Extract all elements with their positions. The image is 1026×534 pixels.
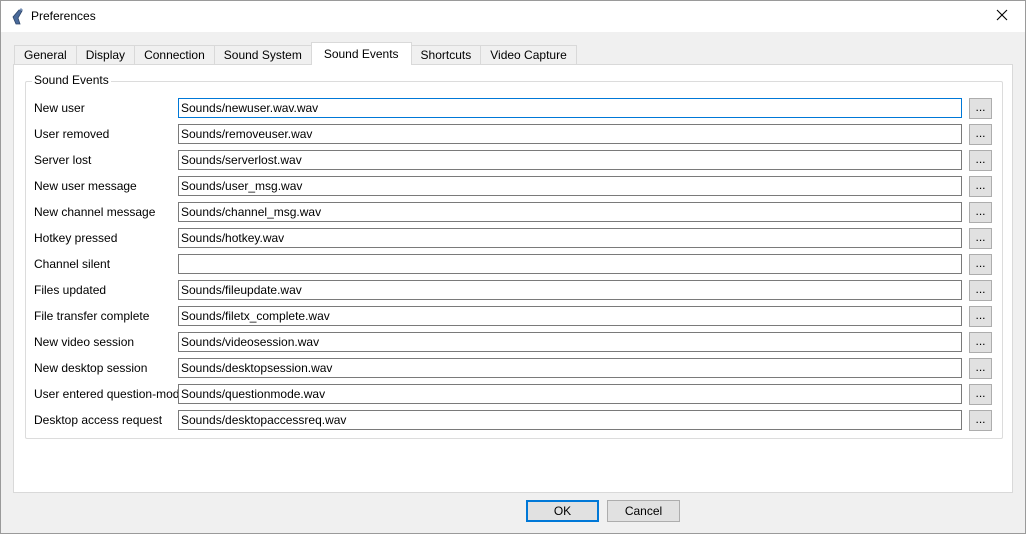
group-title: Sound Events <box>32 73 111 87</box>
browse-button[interactable]: ... <box>969 410 992 431</box>
browse-button[interactable]: ... <box>969 202 992 223</box>
close-button[interactable] <box>979 1 1025 32</box>
browse-button[interactable]: ... <box>969 176 992 197</box>
ok-button[interactable]: OK <box>526 500 599 522</box>
close-icon <box>996 9 1008 24</box>
sound-event-row: User removed... <box>26 124 1004 146</box>
sound-event-row: New video session... <box>26 332 1004 354</box>
browse-button[interactable]: ... <box>969 98 992 119</box>
sound-event-label: New user message <box>34 179 137 193</box>
sound-event-label: New video session <box>34 335 135 349</box>
tab-general[interactable]: General <box>14 45 77 65</box>
app-icon <box>10 8 26 26</box>
tab-connection[interactable]: Connection <box>134 45 215 65</box>
browse-button[interactable]: ... <box>969 384 992 405</box>
sound-file-input[interactable] <box>178 254 962 274</box>
sound-event-label: New user <box>34 101 85 115</box>
tab-display[interactable]: Display <box>75 45 136 65</box>
sound-event-row: User entered question-mode... <box>26 384 1004 406</box>
sound-event-label: Channel silent <box>34 257 111 271</box>
browse-button[interactable]: ... <box>969 228 992 249</box>
sound-event-label: Files updated <box>34 283 107 297</box>
sound-file-input[interactable] <box>178 176 962 196</box>
sound-event-row: Files updated... <box>26 280 1004 302</box>
sound-event-label: Hotkey pressed <box>34 231 118 245</box>
browse-button[interactable]: ... <box>969 332 992 353</box>
preferences-window: Preferences General Display Connection S… <box>0 0 1026 534</box>
sound-event-row: Server lost... <box>26 150 1004 172</box>
sound-file-input[interactable] <box>178 124 962 144</box>
sound-file-input[interactable] <box>178 384 962 404</box>
title-bar: Preferences <box>1 1 1025 32</box>
sound-events-group: Sound Events New user...User removed...S… <box>25 73 1004 439</box>
browse-button[interactable]: ... <box>969 150 992 171</box>
sound-event-label: User removed <box>34 127 110 141</box>
sound-event-row: File transfer complete... <box>26 306 1004 328</box>
tab-video-capture[interactable]: Video Capture <box>480 45 577 65</box>
sound-file-input[interactable] <box>178 410 962 430</box>
sound-file-input[interactable] <box>178 332 962 352</box>
sound-event-row: New channel message... <box>26 202 1004 224</box>
sound-event-label: User entered question-mode <box>34 387 187 401</box>
sound-file-input[interactable] <box>178 228 962 248</box>
sound-event-row: New user message... <box>26 176 1004 198</box>
browse-button[interactable]: ... <box>969 124 992 145</box>
sound-event-label: File transfer complete <box>34 309 150 323</box>
sound-event-row: Desktop access request... <box>26 410 1004 432</box>
sound-event-row: New user... <box>26 98 1004 120</box>
sound-file-input[interactable] <box>178 202 962 222</box>
browse-button[interactable]: ... <box>969 358 992 379</box>
browse-button[interactable]: ... <box>969 306 992 327</box>
sound-event-row: Channel silent... <box>26 254 1004 276</box>
sound-event-label: New desktop session <box>34 361 148 375</box>
sound-event-row: Hotkey pressed... <box>26 228 1004 250</box>
tab-strip: General Display Connection Sound System … <box>14 42 577 65</box>
sound-file-input[interactable] <box>178 280 962 300</box>
sound-event-label: Desktop access request <box>34 413 163 427</box>
sound-event-label: New channel message <box>34 205 156 219</box>
tab-shortcuts[interactable]: Shortcuts <box>410 45 482 65</box>
tab-sound-events[interactable]: Sound Events <box>310 42 412 65</box>
sound-file-input[interactable] <box>178 358 962 378</box>
tab-panel-sound-events: Sound Events New user...User removed...S… <box>13 64 1013 493</box>
browse-button[interactable]: ... <box>969 254 992 275</box>
cancel-button[interactable]: Cancel <box>607 500 680 522</box>
sound-event-row: New desktop session... <box>26 358 1004 380</box>
browse-button[interactable]: ... <box>969 280 992 301</box>
sound-file-input[interactable] <box>178 150 962 170</box>
sound-file-input[interactable] <box>178 306 962 326</box>
sound-event-label: Server lost <box>34 153 92 167</box>
tab-sound-system[interactable]: Sound System <box>213 45 312 65</box>
sound-file-input[interactable] <box>178 98 962 118</box>
window-title: Preferences <box>31 9 96 23</box>
